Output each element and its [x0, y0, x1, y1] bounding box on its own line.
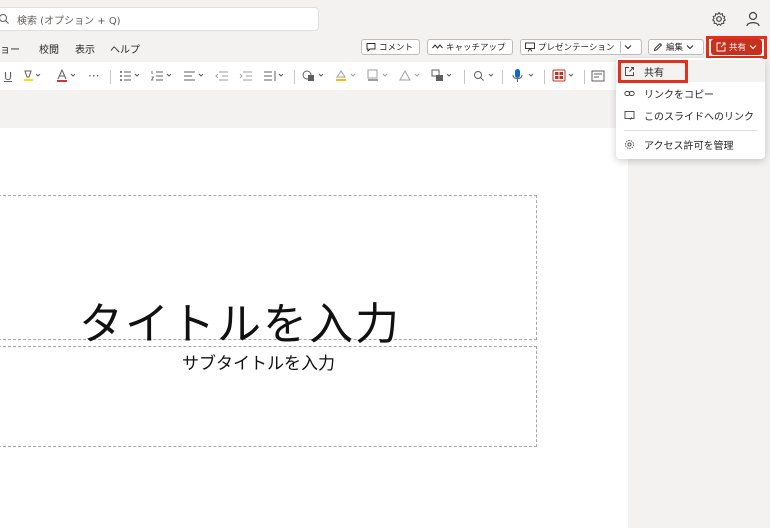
- comment-icon: [366, 43, 376, 52]
- share-icon: [716, 42, 726, 52]
- menu-item-manage-access[interactable]: アクセス許可を管理: [616, 133, 765, 155]
- underline-icon[interactable]: U: [4, 68, 12, 84]
- search-box[interactable]: 検索 (オプション + Q): [0, 7, 319, 31]
- dictate-icon[interactable]: [510, 68, 538, 84]
- menu-separator: [624, 130, 757, 131]
- catchup-label: キャッチアップ: [446, 43, 506, 53]
- shape-outline-icon[interactable]: [366, 68, 392, 84]
- bullet-list-icon[interactable]: [118, 68, 144, 84]
- ribbon-separator: [544, 70, 545, 84]
- gear-icon: [625, 139, 634, 149]
- highlighter-icon[interactable]: [22, 68, 42, 84]
- share-menu: 共有 リンクをコピー このスライドへのリンク アクセス許可を管理: [616, 58, 765, 159]
- menu-review[interactable]: 校閲: [39, 41, 59, 56]
- ribbon-separator: [110, 70, 111, 84]
- subtitle-placeholder[interactable]: サブタイトルを入力: [0, 346, 537, 447]
- chevron-down-icon: [749, 45, 757, 50]
- edit-label: 編集: [666, 43, 684, 53]
- shape-effects-icon[interactable]: [398, 68, 424, 84]
- search-icon: [0, 14, 9, 24]
- menu-item-label: 共有: [644, 67, 664, 79]
- ribbon-separator: [502, 70, 503, 84]
- menu-item-copy-link[interactable]: リンクをコピー: [616, 82, 765, 104]
- share-icon: [625, 66, 634, 76]
- gear-icon[interactable]: [710, 10, 728, 28]
- pencil-icon: [653, 42, 663, 52]
- font-color-icon[interactable]: [56, 68, 78, 84]
- ribbon-separator: [464, 70, 465, 84]
- shapes-icon[interactable]: [302, 68, 328, 84]
- link-icon: [624, 90, 635, 96]
- menu-item-share[interactable]: 共有: [616, 60, 765, 82]
- menu-item-label: このスライドへのリンク: [644, 111, 754, 123]
- ribbon-separator: [294, 70, 295, 84]
- menu-view[interactable]: 表示: [75, 41, 95, 56]
- designer-icon[interactable]: [552, 68, 578, 84]
- account-icon[interactable]: [744, 10, 762, 28]
- menu-item-label: アクセス許可を管理: [644, 140, 734, 152]
- search-input[interactable]: 検索 (オプション + Q): [17, 12, 121, 27]
- text-direction-icon[interactable]: [262, 68, 288, 84]
- subtitle-placeholder-text: サブタイトルを入力: [182, 354, 335, 374]
- menu-item-label: リンクをコピー: [644, 89, 714, 101]
- edit-mode-button[interactable]: 編集: [648, 39, 704, 55]
- catchup-icon: [432, 44, 443, 49]
- catchup-button[interactable]: キャッチアップ: [427, 39, 513, 55]
- more-icon[interactable]: ···: [88, 68, 99, 84]
- find-icon[interactable]: [472, 68, 498, 84]
- arrange-icon[interactable]: [430, 68, 456, 84]
- comment-label: コメント: [379, 43, 414, 53]
- workspace-background: [0, 90, 628, 128]
- slide-link-icon: [624, 110, 635, 120]
- menu-slideshow[interactable]: ョー: [0, 41, 20, 56]
- ribbon-separator: [584, 70, 585, 84]
- align-icon[interactable]: [182, 68, 208, 84]
- increase-indent-icon[interactable]: [238, 68, 254, 84]
- share-button[interactable]: 共有: [711, 39, 762, 55]
- chevron-down-icon: [686, 45, 694, 50]
- decrease-indent-icon[interactable]: [214, 68, 230, 84]
- present-icon: [525, 42, 535, 52]
- new-slide-icon[interactable]: [590, 68, 606, 84]
- title-placeholder[interactable]: タイトルを入力: [0, 195, 537, 350]
- comment-button[interactable]: コメント: [361, 39, 420, 55]
- menu-help[interactable]: ヘルプ: [110, 41, 140, 56]
- chevron-down-icon[interactable]: [624, 43, 632, 51]
- present-button[interactable]: プレゼンテーション: [520, 39, 642, 55]
- title-bar: 検索 (オプション + Q): [0, 0, 770, 37]
- ribbon-toolbar: U ···: [0, 62, 628, 91]
- share-label: 共有: [728, 43, 746, 53]
- title-placeholder-text: タイトルを入力: [79, 299, 401, 350]
- numbered-list-icon[interactable]: [150, 68, 176, 84]
- menu-item-slide-link[interactable]: このスライドへのリンク: [616, 104, 765, 126]
- shape-fill-icon[interactable]: [334, 68, 360, 84]
- present-label: プレゼンテーション: [538, 43, 615, 53]
